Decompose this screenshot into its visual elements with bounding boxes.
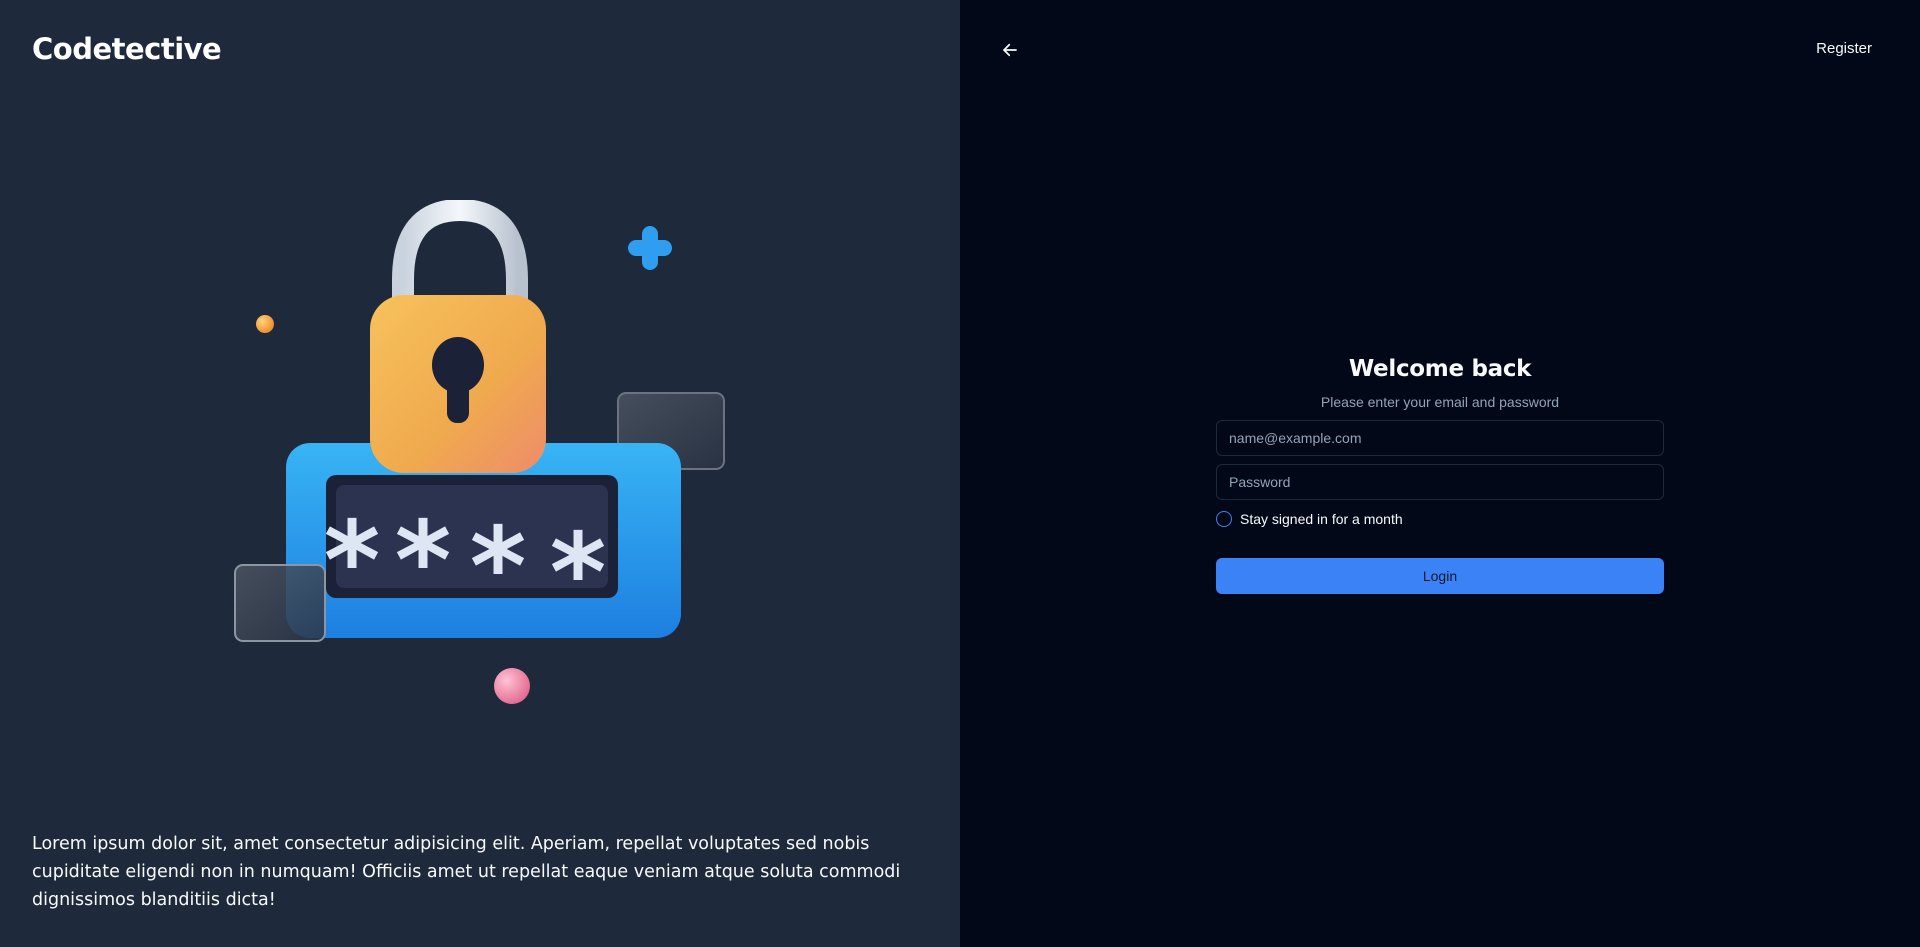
svg-text:*: * [470, 505, 526, 630]
padlock-password-icon: * * * * [234, 200, 725, 704]
back-button[interactable] [998, 38, 1022, 62]
email-field[interactable] [1216, 420, 1664, 456]
svg-text:*: * [395, 499, 451, 624]
right-panel: Register Welcome back Please enter your … [960, 0, 1920, 947]
arrow-left-icon [1003, 43, 1017, 57]
login-button[interactable]: Login [1216, 558, 1664, 594]
svg-text:*: * [324, 499, 380, 624]
brand-logo: Codetective [32, 32, 222, 66]
form-subtitle: Please enter your email and password [1320, 394, 1560, 410]
remember-me-radio[interactable] [1216, 511, 1232, 527]
register-link[interactable]: Register [1816, 40, 1872, 57]
remember-me-label: Stay signed in for a month [1240, 511, 1403, 527]
remember-me: Stay signed in for a month [1216, 510, 1664, 528]
testimonial-text: Lorem ipsum dolor sit, amet consectetur … [32, 834, 901, 910]
form-title: Welcome back [1348, 356, 1532, 382]
password-field[interactable] [1216, 464, 1664, 500]
login-form: Welcome back Please enter your email and… [1216, 356, 1664, 594]
left-panel: Codetective * * * * Lorem ipsum dolor si… [0, 0, 960, 947]
svg-text:*: * [550, 511, 606, 636]
